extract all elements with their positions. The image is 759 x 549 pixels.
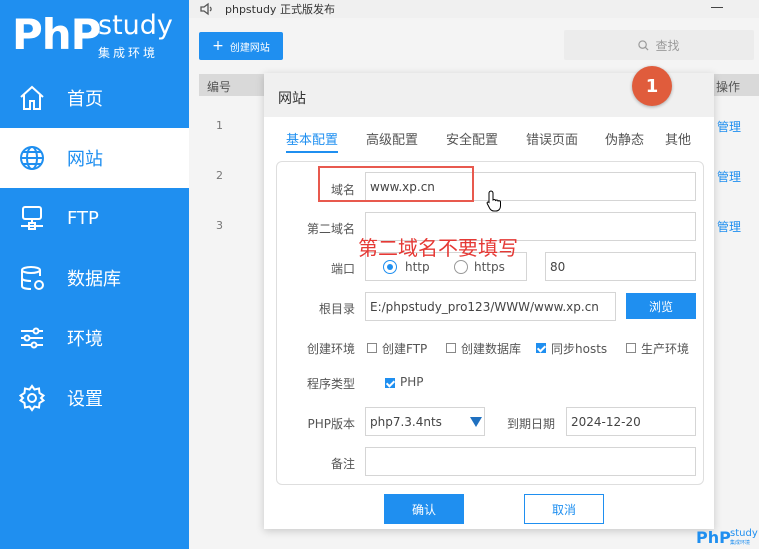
- corner-watermark-logo: PhP study 集成环境: [696, 528, 758, 548]
- confirm-button[interactable]: 确认: [384, 494, 464, 524]
- sidebar-item-database[interactable]: 数据库: [0, 248, 189, 308]
- column-header-number: 编号: [207, 80, 232, 94]
- port-label: 端口: [330, 262, 355, 276]
- sidebar-item-label: 首页: [67, 89, 103, 110]
- search-icon: [638, 39, 649, 51]
- create-env-label: 创建环境: [306, 342, 355, 356]
- gear-icon: [17, 383, 47, 413]
- expiry-date-value: 2024-12-20: [571, 414, 641, 429]
- http-label: http: [405, 260, 430, 274]
- sync-hosts-checkbox[interactable]: [536, 343, 546, 353]
- globe-icon: [17, 143, 47, 173]
- corner-logo-study: study: [730, 528, 758, 539]
- dropdown-arrow-icon: [470, 417, 482, 427]
- search-placeholder: 查找: [655, 38, 680, 53]
- step-badge: 1: [632, 66, 672, 106]
- search-input[interactable]: 查找: [564, 30, 754, 60]
- sidebar-item-environment[interactable]: 环境: [0, 308, 189, 368]
- sync-hosts-label: 同步hosts: [551, 342, 608, 356]
- manage-link[interactable]: 管理: [717, 218, 741, 235]
- expiry-date-label: 到期日期: [507, 417, 556, 431]
- create-db-checkbox[interactable]: [446, 343, 456, 353]
- program-type-label: 程序类型: [306, 377, 355, 391]
- sidebar-item-label: FTP: [67, 207, 99, 229]
- manage-link[interactable]: 管理: [717, 118, 741, 135]
- tab-error-pages[interactable]: 错误页面: [526, 129, 578, 148]
- sidebar-item-label: 环境: [67, 329, 103, 350]
- minimize-icon[interactable]: [711, 7, 723, 8]
- table-row-number: 3: [216, 219, 223, 232]
- tab-rewrite[interactable]: 伪静态: [605, 129, 644, 148]
- ftp-icon: [17, 203, 47, 233]
- sidebar-item-website[interactable]: 网站: [0, 128, 189, 188]
- php-version-select[interactable]: php7.3.4nts: [365, 407, 485, 436]
- corner-logo-php: PhP: [696, 528, 731, 547]
- php-version-value: php7.3.4nts: [370, 414, 442, 429]
- production-env-label: 生产环境: [641, 342, 690, 356]
- add-site-button[interactable]: + 创建网站: [199, 32, 283, 60]
- sliders-icon: [17, 323, 47, 353]
- table-row-number: 1: [216, 119, 223, 132]
- add-site-label: 创建网站: [229, 42, 270, 54]
- announcement-text[interactable]: phpstudy 正式版发布: [225, 1, 335, 17]
- create-ftp-checkbox[interactable]: [367, 343, 377, 353]
- manage-link[interactable]: 管理: [717, 168, 741, 185]
- php-label: PHP: [400, 375, 424, 389]
- second-domain-label: 第二域名: [306, 222, 355, 236]
- logo-study-text: study: [98, 10, 173, 41]
- sidebar-item-ftp[interactable]: FTP: [0, 188, 189, 248]
- dialog-title: 网站: [278, 91, 306, 107]
- dialog-tabs: 基本配置 高级配置 安全配置 错误页面 伪静态 其他: [278, 129, 708, 153]
- logo-subtitle: 集成环境: [98, 46, 159, 60]
- website-dialog: 网站 基本配置 高级配置 安全配置 错误页面 伪静态 其他 域名 www.xp.…: [264, 73, 714, 529]
- remark-field[interactable]: [365, 447, 696, 476]
- announcement-bar: phpstudy 正式版发布: [189, 0, 759, 18]
- sidebar-item-settings[interactable]: 设置: [0, 368, 189, 428]
- tab-security-config[interactable]: 安全配置: [446, 129, 498, 148]
- https-label: https: [474, 260, 505, 274]
- tab-advanced-config[interactable]: 高级配置: [366, 129, 418, 148]
- create-ftp-label: 创建FTP: [382, 342, 428, 356]
- port-field[interactable]: 80: [545, 252, 696, 281]
- remark-label: 备注: [330, 457, 355, 471]
- column-header-actions: 操作: [716, 80, 741, 94]
- sidebar-nav: 首页 网站 FTP 数据库 环境 设置: [0, 68, 189, 428]
- root-dir-label: 根目录: [318, 302, 355, 316]
- expiry-date-field[interactable]: 2024-12-20: [566, 407, 696, 436]
- tab-other[interactable]: 其他: [665, 129, 691, 148]
- sidebar-item-label: 设置: [67, 389, 103, 410]
- create-db-label: 创建数据库: [461, 342, 522, 356]
- database-icon: [17, 263, 47, 293]
- tab-basic-config[interactable]: 基本配置: [286, 129, 339, 153]
- sidebar-item-home[interactable]: 首页: [0, 68, 189, 128]
- sidebar: PhP study 集成环境 首页 网站 FTP 数据库 环境 设置: [0, 0, 189, 549]
- https-radio[interactable]: [454, 260, 468, 274]
- hand-cursor-icon: [486, 190, 501, 212]
- root-dir-field[interactable]: E:/phpstudy_pro123/WWW/www.xp.cn: [365, 292, 616, 321]
- browse-button[interactable]: 浏览: [626, 293, 696, 319]
- cancel-button[interactable]: 取消: [524, 494, 604, 524]
- table-row-number: 2: [216, 169, 223, 182]
- root-dir-value: E:/phpstudy_pro123/WWW/www.xp.cn: [370, 299, 599, 314]
- production-env-checkbox[interactable]: [626, 343, 636, 353]
- http-radio[interactable]: [383, 260, 397, 274]
- php-version-label: PHP版本: [307, 417, 356, 431]
- php-checkbox[interactable]: [385, 378, 395, 388]
- logo-php-text: PhP: [12, 10, 101, 59]
- port-value: 80: [550, 259, 566, 274]
- corner-logo-sub: 集成环境: [730, 540, 751, 546]
- annotation-note: 第二域名不要填写: [358, 236, 518, 260]
- speaker-icon: [199, 1, 215, 16]
- plus-icon: +: [212, 38, 224, 54]
- domain-highlight-box: [318, 166, 474, 202]
- home-icon: [17, 83, 47, 113]
- app-logo: PhP study 集成环境: [12, 6, 182, 62]
- sidebar-item-label: 网站: [67, 149, 103, 170]
- sidebar-item-label: 数据库: [67, 269, 121, 290]
